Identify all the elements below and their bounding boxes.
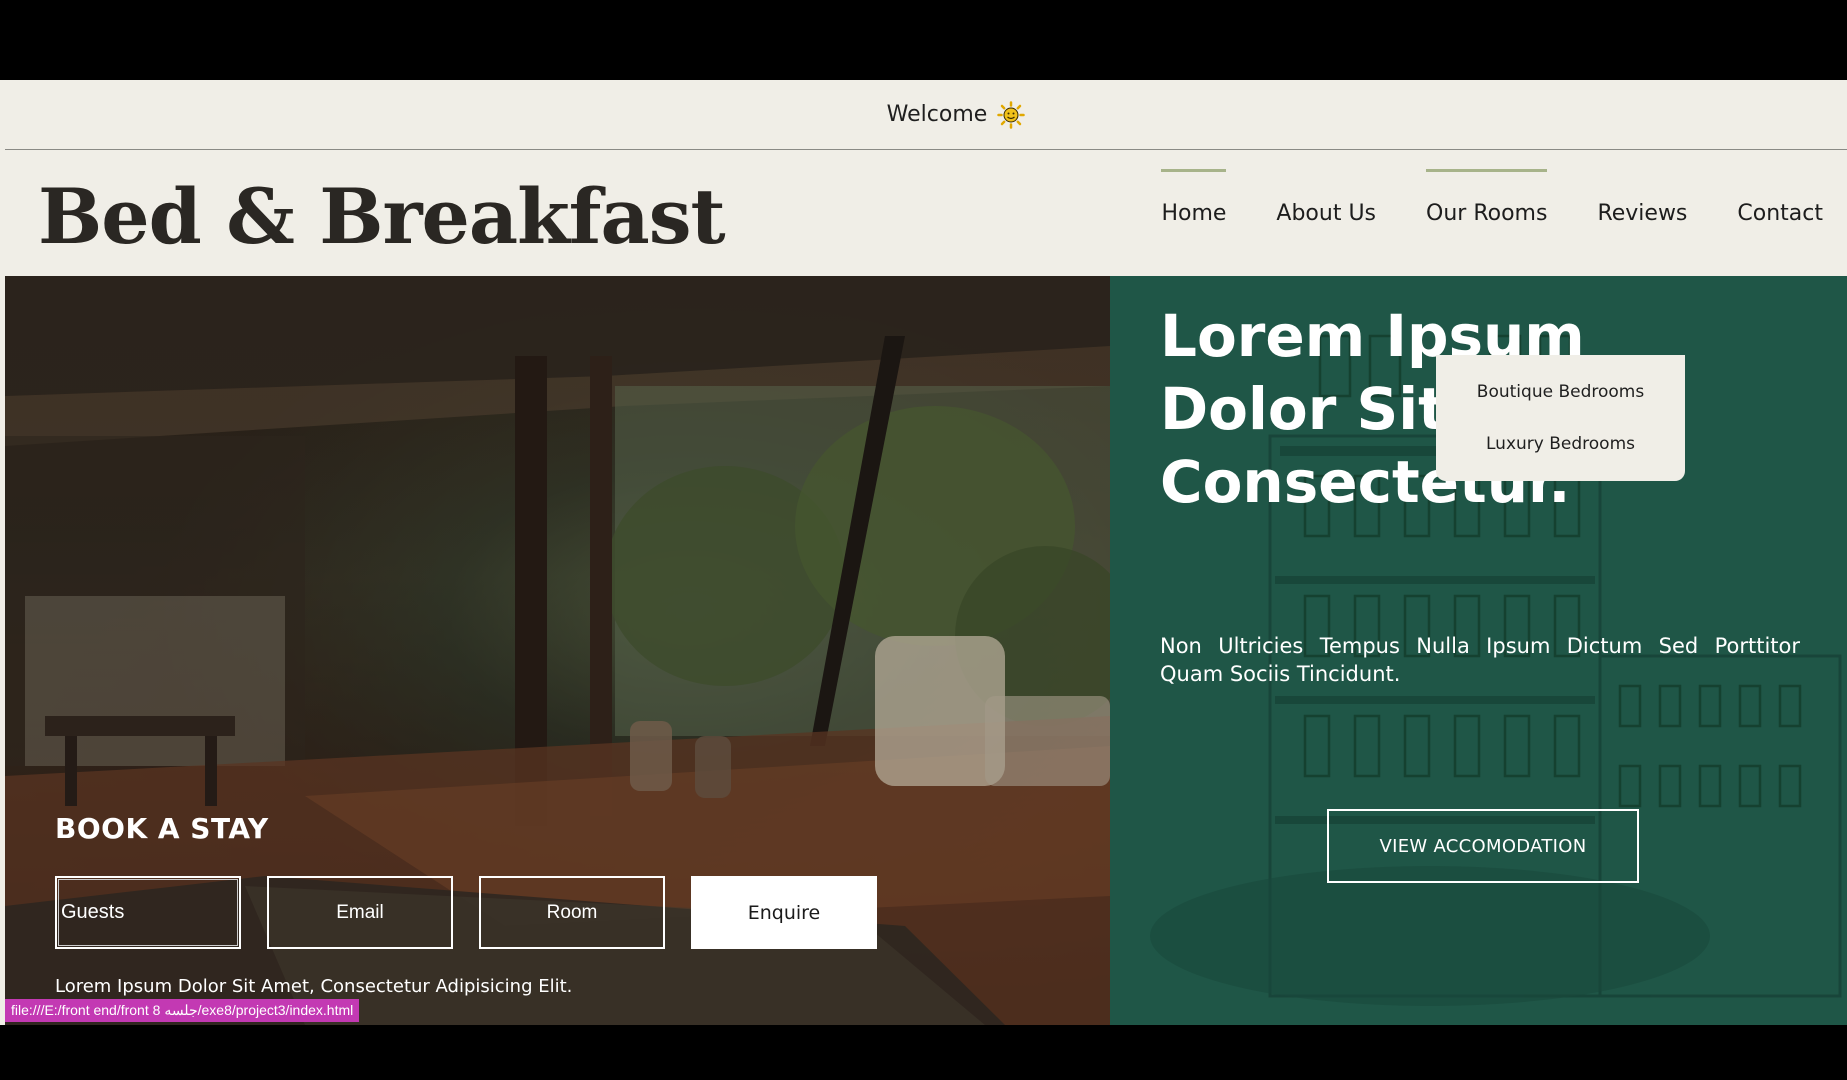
sun-icon — [997, 100, 1026, 129]
nav-about-us[interactable]: About Us — [1276, 201, 1376, 226]
hero-subtext: Non Ultricies Tempus Nulla Ipsum Dictum … — [1160, 634, 1800, 686]
dropdown-item-luxury-bedrooms[interactable]: Luxury Bedrooms — [1486, 434, 1635, 454]
booking-note: Lorem Ipsum Dolor Sit Amet, Consectetur … — [55, 976, 573, 997]
site-logo[interactable]: Bed & Breakfast — [38, 172, 726, 261]
email-input[interactable]: Email — [267, 876, 453, 949]
guests-input[interactable]: Guests — [55, 876, 241, 949]
book-stay-title: BOOK A STAY — [55, 812, 269, 845]
welcome-bar: Welcome — [5, 80, 1847, 150]
view-accommodation-button[interactable]: VIEW ACCOMODATION — [1327, 809, 1639, 883]
nav-home[interactable]: Home — [1161, 168, 1226, 226]
room-input[interactable]: Room — [479, 876, 665, 949]
enquire-button[interactable]: Enquire — [691, 876, 877, 949]
nav-our-rooms[interactable]: Our Rooms — [1426, 168, 1548, 226]
status-bar-url: file:///E:/front end/front 8 جلسه/exe8/p… — [5, 999, 360, 1022]
dropdown-item-boutique-bedrooms[interactable]: Boutique Bedrooms — [1477, 382, 1644, 402]
our-rooms-dropdown: Boutique Bedrooms Luxury Bedrooms — [1436, 355, 1685, 481]
nav-contact[interactable]: Contact — [1737, 201, 1823, 226]
hero-photo-panel: BOOK A STAY Guests Email Room Enquire Lo… — [5, 276, 1110, 1025]
site-header: Bed & Breakfast Home About Us Our Rooms … — [0, 150, 1847, 276]
nav-reviews[interactable]: Reviews — [1597, 201, 1687, 226]
web-page: Welcome Bed & Breakfast Home About Us Ou… — [0, 80, 1847, 1025]
booking-form: Guests Email Room Enquire — [55, 876, 877, 949]
welcome-text: Welcome — [886, 102, 988, 127]
main-nav: Home About Us Our Rooms Reviews Contact — [1161, 150, 1823, 276]
